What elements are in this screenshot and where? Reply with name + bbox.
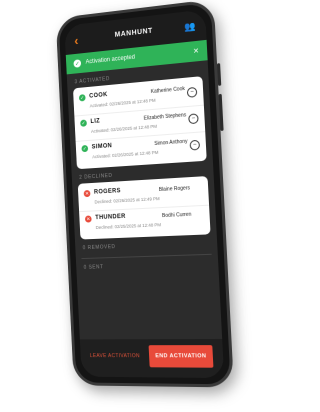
remove-circle-icon[interactable]: −: [186, 86, 198, 98]
remove-circle-icon[interactable]: −: [188, 113, 199, 125]
app-screen: ‹ MANHUNT 👥 ✓ Activation accepted ✕ 3 AC…: [64, 9, 225, 379]
x-circle-icon: ✕: [84, 215, 92, 223]
check-circle-icon: ✓: [78, 94, 86, 102]
list-item[interactable]: ✕ THUNDER Bodhi Curren Declined: 02/25/2…: [79, 206, 210, 237]
full-name: Blaine Rogers: [158, 185, 191, 194]
status-timestamp: Activated: 02/26/2025 at 12:48 PM: [89, 97, 156, 109]
full-name: Elizabeth Stephens: [143, 112, 187, 122]
check-circle-icon: ✓: [80, 119, 87, 127]
full-name: Bodhi Curren: [161, 211, 192, 220]
declined-list: ✕ ROGERS Blaine Rogers Declined: 02/26/2…: [77, 176, 211, 240]
callsign: LIZ: [90, 118, 101, 126]
full-name: Katherine Cook: [150, 85, 185, 96]
close-icon[interactable]: ✕: [193, 47, 199, 56]
x-circle-icon: ✕: [83, 189, 91, 198]
phone-frame: ‹ MANHUNT 👥 ✓ Activation accepted ✕ 3 AC…: [55, 0, 234, 388]
status-timestamp: Declined: 02/26/2025 at 12:49 PM: [94, 196, 160, 205]
action-bar: LEAVE ACTIVATION END ACTIVATION: [79, 338, 225, 379]
callsign: COOK: [89, 92, 108, 100]
stage: ‹ MANHUNT 👥 ✓ Activation accepted ✕ 3 AC…: [0, 0, 260, 412]
remove-circle-icon[interactable]: −: [189, 139, 201, 151]
callsign: SIMON: [91, 143, 113, 151]
status-timestamp: Activated: 02/26/2025 at 12:48 PM: [90, 123, 158, 134]
status-timestamp: Activated: 02/26/2025 at 12:48 PM: [92, 149, 159, 160]
callsign: ROGERS: [93, 188, 122, 196]
end-activation-button[interactable]: END ACTIVATION: [148, 345, 214, 368]
check-circle-icon: ✓: [81, 144, 89, 153]
activated-list: ✓ COOK Katherine Cook Activated: 02/26/2…: [72, 76, 207, 170]
status-timestamp: Declined: 02/25/2025 at 12:48 PM: [95, 222, 162, 231]
side-button: [218, 93, 224, 131]
callsign: THUNDER: [95, 213, 126, 222]
check-circle-icon: ✓: [73, 59, 82, 68]
leave-activation-button[interactable]: LEAVE ACTIVATION: [90, 353, 140, 359]
team-icon[interactable]: 👥: [184, 21, 196, 33]
full-name: Simon Anthony: [154, 138, 188, 148]
side-button: [217, 63, 222, 86]
